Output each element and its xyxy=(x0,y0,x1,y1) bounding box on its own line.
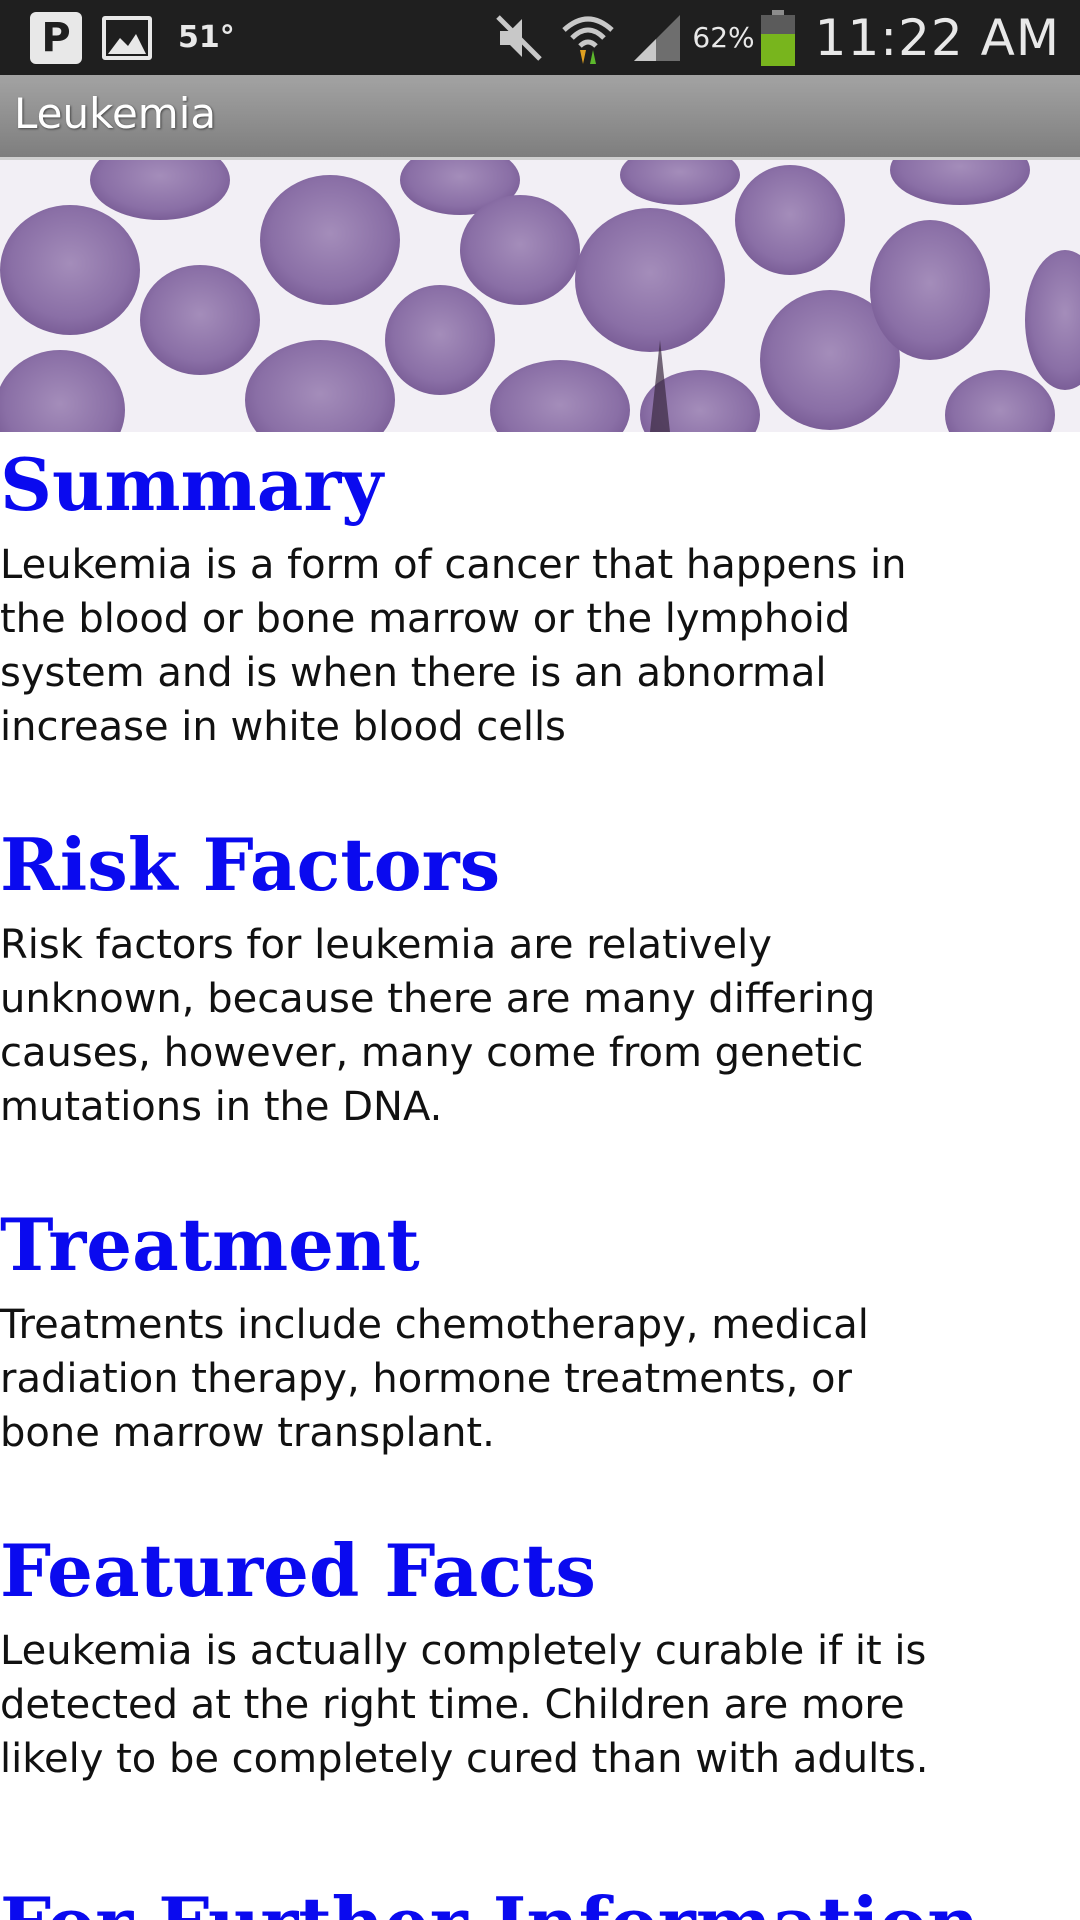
section-further-information: For Further Information xyxy=(0,1871,1080,1920)
signal-icon xyxy=(634,14,681,61)
notification-area: P 51° xyxy=(30,0,235,75)
status-bar: P 51° 62% 11:22 AM xyxy=(0,0,1080,75)
mute-icon xyxy=(496,14,543,61)
battery-icon xyxy=(760,9,795,66)
section-body: Leukemia is a form of cancer that happen… xyxy=(0,542,907,750)
section-featured-facts: Featured Facts Leukemia is actually comp… xyxy=(0,1518,1080,1786)
temperature: 51° xyxy=(178,20,235,55)
section-heading: Treatment xyxy=(0,1202,420,1287)
section-heading: For Further Information xyxy=(0,1871,1080,1920)
blood-cells-image xyxy=(0,160,1080,432)
section-heading: Summary xyxy=(0,442,384,527)
clock: 11:22 AM xyxy=(814,8,1060,67)
app-title: Leukemia xyxy=(14,89,217,138)
section-heading: Risk Factors xyxy=(0,822,501,907)
section-heading: Featured Facts xyxy=(0,1528,596,1613)
article-content: Summary Leukemia is a form of cancer tha… xyxy=(0,432,1080,1844)
system-status-area: 62% 11:22 AM xyxy=(478,0,1060,75)
section-risk-factors: Risk Factors Risk factors for leukemia a… xyxy=(0,812,1080,1134)
parking-icon: P xyxy=(30,11,82,64)
wifi-icon xyxy=(562,16,615,64)
action-bar: Leukemia xyxy=(0,75,1080,160)
section-summary: Summary Leukemia is a form of cancer tha… xyxy=(0,432,1080,754)
section-body: Treatments include chemotherapy, medical… xyxy=(0,1302,869,1456)
section-body: Leukemia is actually completely curable … xyxy=(0,1628,929,1782)
section-treatment: Treatment Treatments include chemotherap… xyxy=(0,1192,1080,1460)
battery-percent: 62% xyxy=(692,21,755,54)
image-icon xyxy=(102,15,152,60)
section-body: Risk factors for leukemia are relatively… xyxy=(0,922,876,1130)
